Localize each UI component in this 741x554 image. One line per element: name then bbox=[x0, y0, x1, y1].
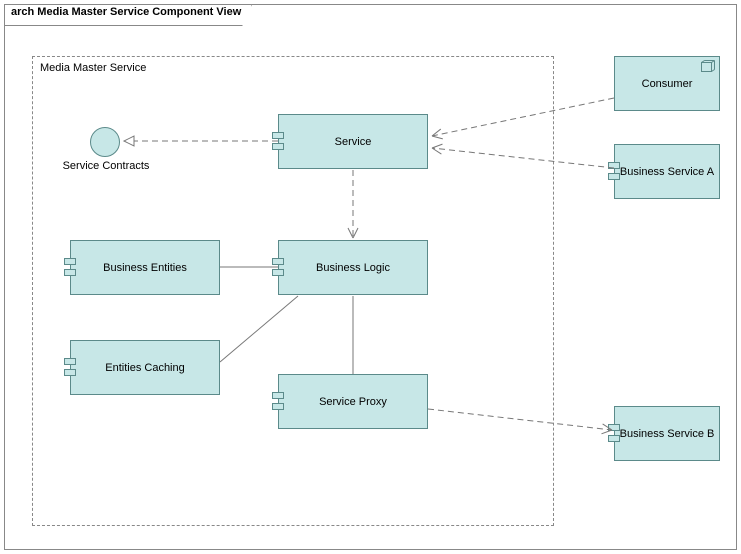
component-consumer: Consumer bbox=[614, 56, 720, 111]
component-entities-caching: Entities Caching bbox=[70, 340, 220, 395]
component-service: Service bbox=[278, 114, 428, 169]
component-label: Business Entities bbox=[103, 262, 187, 274]
component-label: Business Service A bbox=[620, 166, 714, 178]
node-glyph-icon bbox=[701, 60, 715, 72]
interface-service-contracts-label: Service Contracts bbox=[58, 160, 154, 172]
package-label: Media Master Service bbox=[40, 62, 146, 74]
component-port-icon bbox=[272, 132, 284, 152]
frame-title: arch Media Master Service Component View bbox=[4, 4, 252, 26]
component-business-logic: Business Logic bbox=[278, 240, 428, 295]
interface-service-contracts bbox=[90, 127, 120, 157]
component-label: Business Logic bbox=[316, 262, 390, 274]
component-label: Service bbox=[335, 136, 372, 148]
component-port-icon bbox=[608, 424, 620, 444]
component-label: Service Proxy bbox=[319, 396, 387, 408]
component-business-service-b: Business Service B bbox=[614, 406, 720, 461]
component-business-service-a: Business Service A bbox=[614, 144, 720, 199]
component-port-icon bbox=[608, 162, 620, 182]
component-service-proxy: Service Proxy bbox=[278, 374, 428, 429]
component-port-icon bbox=[272, 258, 284, 278]
component-label: Business Service B bbox=[620, 428, 715, 440]
component-business-entities: Business Entities bbox=[70, 240, 220, 295]
component-port-icon bbox=[64, 258, 76, 278]
component-port-icon bbox=[272, 392, 284, 412]
component-label: Consumer bbox=[642, 78, 693, 90]
component-label: Entities Caching bbox=[105, 362, 185, 374]
component-port-icon bbox=[64, 358, 76, 378]
